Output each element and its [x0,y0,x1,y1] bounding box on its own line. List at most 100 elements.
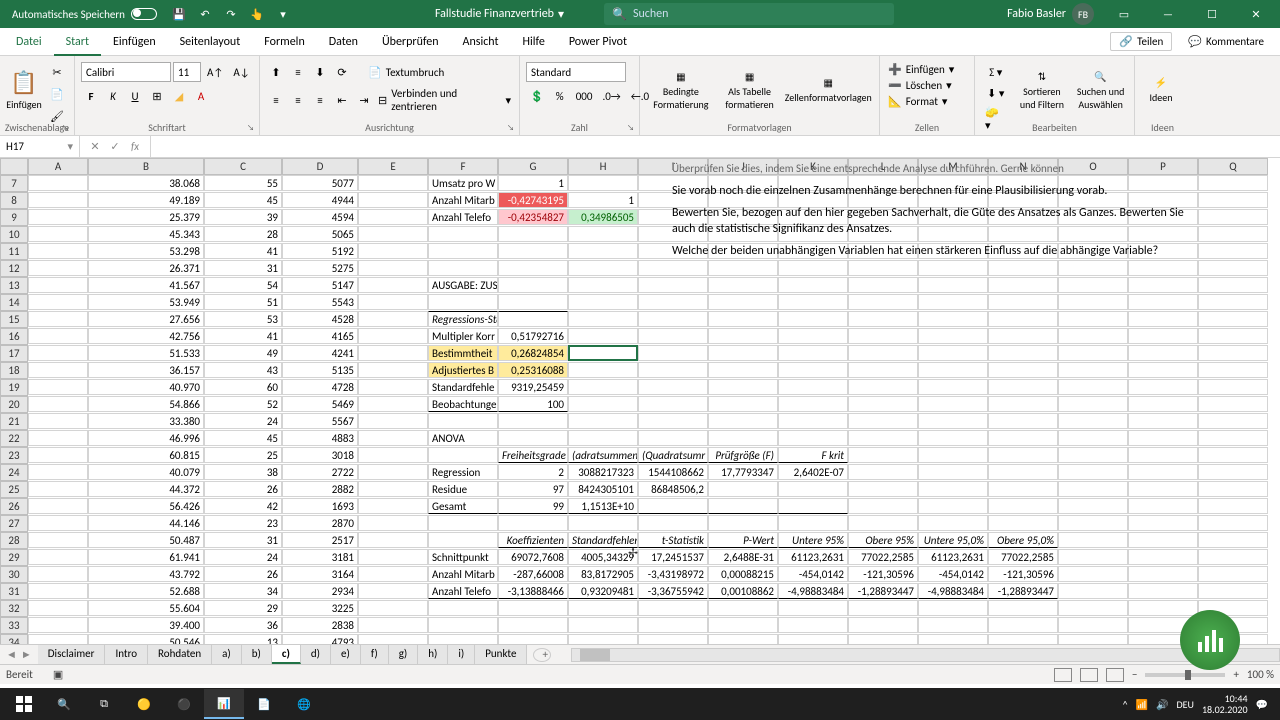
cell[interactable] [988,277,1058,293]
cell[interactable] [1058,345,1128,361]
cell[interactable]: -1,28893447 [848,583,918,599]
row-header[interactable]: 12 [0,260,28,277]
cell[interactable] [918,328,988,344]
row-header[interactable]: 10 [0,226,28,243]
sheet-tab[interactable]: f) [361,645,389,664]
minimize-icon[interactable]: — [1148,0,1188,28]
thousands-icon[interactable]: 000 [572,86,597,106]
cell[interactable] [428,260,498,276]
cell[interactable]: 60 [204,379,282,395]
cell[interactable]: 83,8172905 [568,566,638,582]
cell[interactable] [1058,617,1128,633]
cell[interactable] [28,226,88,242]
cell[interactable] [848,311,918,327]
cell[interactable] [988,617,1058,633]
cell[interactable]: Gesamt [428,498,498,514]
border-icon[interactable]: ⊞ [147,86,167,106]
sheet-tab[interactable]: Disclaimer [38,645,106,664]
cell[interactable] [1198,328,1268,344]
add-sheet-button[interactable]: + [533,648,551,662]
sheet-tab[interactable]: d) [301,645,331,664]
cell[interactable]: Residue [428,481,498,497]
cell[interactable]: (Quadratsumr [638,447,708,463]
cell[interactable]: AUSGABE: ZUSAMMENFASSUNG [428,277,498,293]
zoom-in-icon[interactable]: + [1233,668,1238,681]
cell[interactable] [778,617,848,633]
cell[interactable] [568,277,638,293]
cell[interactable] [918,464,988,480]
cell[interactable]: 61123,2631 [778,549,848,565]
sheet-tab[interactable]: i) [448,645,475,664]
font-size-combo[interactable]: 11 [173,62,201,82]
cell[interactable] [638,311,708,327]
font-name-combo[interactable]: Calibri [81,62,171,82]
increase-font-icon[interactable]: A↑ [203,62,227,82]
start-menu-icon[interactable] [4,689,44,719]
cell[interactable] [988,498,1058,514]
tab-file[interactable]: Datei [4,28,54,56]
conditional-format-button[interactable]: ▦ Bedingte Formatierung [646,62,716,118]
zoom-out-icon[interactable]: − [1132,668,1137,681]
cell[interactable]: Anzahl Mitarb [428,192,498,208]
cell[interactable]: 3181 [282,549,358,565]
cell[interactable]: 9319,25459 [498,379,568,395]
cell[interactable]: 51 [204,294,282,310]
align-right-icon[interactable]: ≡ [310,90,330,110]
cell[interactable]: 41.567 [88,277,204,293]
cell[interactable]: -1,28893447 [988,583,1058,599]
next-sheet-icon[interactable]: ► [21,648,32,661]
cell[interactable]: 4241 [282,345,358,361]
cell[interactable] [1198,532,1268,548]
cell[interactable]: 24 [204,549,282,565]
cell[interactable] [988,481,1058,497]
cell[interactable] [1128,430,1198,446]
number-format-combo[interactable]: Standard [526,62,626,82]
chrome-icon[interactable]: 🟡 [124,689,164,719]
cell[interactable] [28,532,88,548]
cell[interactable]: -4,98883484 [778,583,848,599]
cell[interactable] [358,464,428,480]
cell[interactable] [848,600,918,616]
cell[interactable]: 5147 [282,277,358,293]
cell[interactable]: 49.189 [88,192,204,208]
cell[interactable]: (adratsummen [568,447,638,463]
cell[interactable] [498,311,568,327]
row-header[interactable]: 15 [0,311,28,328]
wrap-text-button[interactable]: 📄 Textumbruch [366,65,446,80]
row-header[interactable]: 16 [0,328,28,345]
cell[interactable]: 26 [204,481,282,497]
cell[interactable] [358,260,428,276]
cell[interactable]: -121,30596 [848,566,918,582]
indent-increase-icon[interactable]: ⇥ [354,90,374,110]
cell[interactable]: 52.688 [88,583,204,599]
row-header[interactable]: 7 [0,175,28,192]
cell[interactable] [28,413,88,429]
user-account[interactable]: Fabio Basler FB [1001,3,1100,25]
cell[interactable]: 54 [204,277,282,293]
cell[interactable]: 52 [204,396,282,412]
cell[interactable]: 2838 [282,617,358,633]
cell[interactable] [358,226,428,242]
cell[interactable]: 38 [204,464,282,480]
cell[interactable]: 41 [204,243,282,259]
toggle-switch-icon[interactable] [131,8,157,20]
cell[interactable] [1198,192,1268,208]
cell[interactable] [918,600,988,616]
tab-data[interactable]: Daten [317,28,370,56]
cell[interactable]: 39 [204,209,282,225]
cell[interactable] [708,498,778,514]
cell[interactable] [28,243,88,259]
cell[interactable] [988,634,1058,644]
cell[interactable] [1128,413,1198,429]
row-header[interactable]: 26 [0,498,28,515]
cell[interactable] [568,515,638,531]
cell[interactable] [708,328,778,344]
row-header[interactable]: 24 [0,464,28,481]
cell[interactable]: 53.949 [88,294,204,310]
fx-icon[interactable]: fx [126,140,144,153]
cell[interactable] [1198,379,1268,395]
cell[interactable] [778,379,848,395]
cell[interactable]: 25 [204,447,282,463]
cell[interactable] [988,328,1058,344]
cell[interactable]: 0,26824854 [498,345,568,361]
